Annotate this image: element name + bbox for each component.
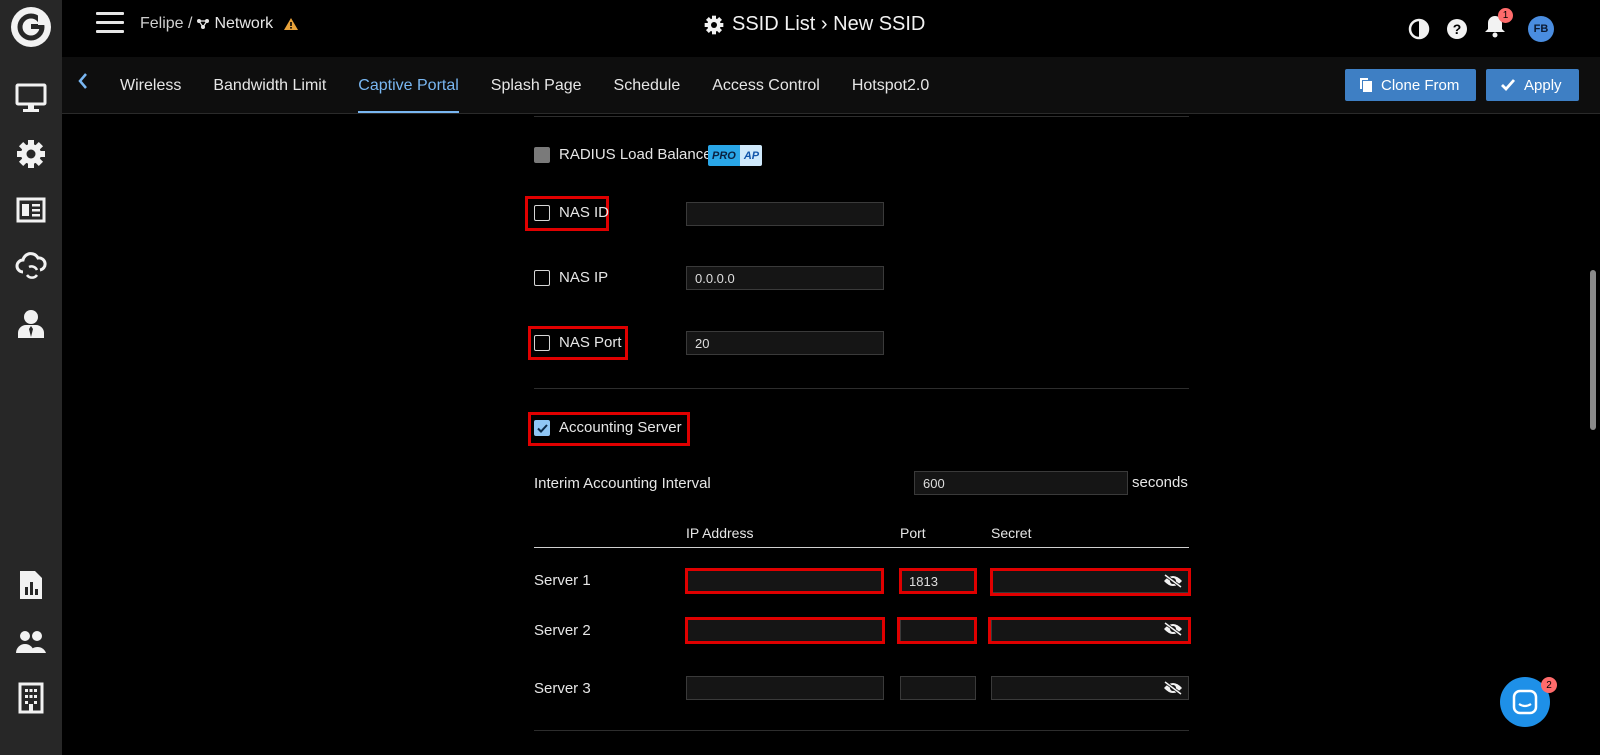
- interim-label: Interim Accounting Interval: [534, 475, 711, 492]
- apply-button[interactable]: Apply: [1486, 69, 1579, 101]
- top-bar: Felipe / Network SSID List › New SSID ? …: [62, 0, 1600, 57]
- clone-from-button[interactable]: Clone From: [1345, 69, 1476, 101]
- highlight-box: [685, 568, 884, 594]
- tab-bar: Wireless Bandwidth Limit Captive Portal …: [62, 57, 1600, 114]
- server-3-port-input[interactable]: [900, 676, 976, 700]
- tab-captive-portal[interactable]: Captive Portal: [342, 57, 475, 114]
- network-topology-icon: [197, 19, 210, 29]
- scrollbar-track[interactable]: [1586, 115, 1600, 755]
- pro-ap-badge: PRO AP: [708, 145, 762, 166]
- nas-port-input[interactable]: 20: [686, 331, 884, 355]
- highlight-box: [685, 617, 885, 644]
- interim-unit: seconds: [1132, 474, 1188, 491]
- warning-icon: [284, 18, 299, 30]
- tab-access-control[interactable]: Access Control: [696, 57, 836, 114]
- interim-input[interactable]: 600: [914, 471, 1128, 495]
- breadcrumb: Felipe / Network: [140, 15, 299, 33]
- avatar[interactable]: FB: [1528, 15, 1554, 42]
- highlight-box: [988, 617, 1191, 644]
- page-title: SSID List › New SSID: [704, 13, 925, 36]
- help-icon[interactable]: ?: [1446, 18, 1468, 40]
- chat-unread-badge: 2: [1541, 677, 1557, 693]
- monitor-icon[interactable]: [14, 81, 48, 115]
- svg-text:?: ?: [1453, 21, 1462, 37]
- tabs: Wireless Bandwidth Limit Captive Portal …: [104, 57, 945, 114]
- tab-hotspot20[interactable]: Hotspot2.0: [836, 57, 945, 114]
- breadcrumb-network[interactable]: Network: [214, 15, 273, 33]
- pro-badge-text: PRO: [708, 145, 740, 166]
- admin-user-icon[interactable]: [14, 306, 48, 340]
- menu-icon[interactable]: [96, 12, 124, 36]
- chevron-left-icon[interactable]: [75, 71, 91, 91]
- apply-label: Apply: [1524, 76, 1562, 94]
- left-rail: [0, 0, 62, 755]
- server-3-label: Server 3: [534, 680, 591, 697]
- copy-icon: [1360, 78, 1372, 92]
- analytics-icon[interactable]: [14, 568, 48, 602]
- highlight-box: [990, 568, 1191, 596]
- nas-ip-checkbox[interactable]: [534, 270, 550, 286]
- users-icon[interactable]: [14, 625, 48, 659]
- accounting-server-label: Accounting Server: [559, 419, 682, 436]
- highlight-box: [899, 568, 977, 594]
- nas-id-label: NAS ID: [559, 204, 610, 221]
- tab-schedule[interactable]: Schedule: [598, 57, 697, 114]
- server-2-label: Server 2: [534, 622, 591, 639]
- contrast-icon[interactable]: [1408, 18, 1430, 40]
- check-icon: [1501, 79, 1516, 92]
- settings-icon[interactable]: [14, 137, 48, 171]
- nas-ip-label: NAS IP: [559, 269, 609, 286]
- server-3-secret-input[interactable]: [991, 676, 1189, 700]
- tab-bandwidth-limit[interactable]: Bandwidth Limit: [197, 57, 342, 114]
- top-actions: ? 1 FB: [1408, 8, 1554, 43]
- page-title-text: SSID List › New SSID: [732, 13, 926, 35]
- divider: [534, 388, 1189, 389]
- secret-header: Secret: [991, 525, 1032, 541]
- nas-id-input[interactable]: [686, 202, 884, 226]
- logo-icon[interactable]: [10, 6, 52, 48]
- ap-badge-text: AP: [739, 145, 762, 166]
- table-header-divider: [534, 547, 1189, 548]
- breadcrumb-org[interactable]: Felipe /: [140, 15, 192, 33]
- eye-off-icon[interactable]: [1163, 681, 1183, 695]
- highlight-box: [897, 617, 977, 644]
- radius-load-balance-label: RADIUS Load Balance: [559, 146, 712, 163]
- building-icon[interactable]: [14, 681, 48, 715]
- tab-splash-page[interactable]: Splash Page: [475, 57, 598, 114]
- nas-id-checkbox[interactable]: [534, 205, 550, 221]
- scrollbar-thumb[interactable]: [1590, 270, 1596, 430]
- clone-from-label: Clone From: [1381, 76, 1460, 94]
- ip-address-header: IP Address: [686, 525, 754, 541]
- chat-icon: [1512, 689, 1538, 715]
- nas-port-checkbox[interactable]: [534, 335, 550, 351]
- report-icon[interactable]: [14, 193, 48, 227]
- server-3-ip-input[interactable]: [686, 676, 884, 700]
- nas-ip-input[interactable]: 0.0.0.0: [686, 266, 884, 290]
- port-header: Port: [900, 525, 926, 541]
- divider: [534, 116, 1189, 117]
- checkmark-icon: [536, 423, 548, 433]
- nas-port-label: NAS Port: [559, 334, 622, 351]
- tab-wireless[interactable]: Wireless: [104, 57, 197, 114]
- radius-load-balance-checkbox[interactable]: [534, 147, 550, 163]
- notifications[interactable]: 1: [1484, 8, 1513, 43]
- cloud-sync-icon[interactable]: [14, 250, 48, 284]
- gear-icon: [704, 15, 724, 34]
- notification-badge: 1: [1498, 8, 1513, 23]
- divider: [534, 730, 1189, 731]
- server-1-label: Server 1: [534, 572, 591, 589]
- accounting-server-checkbox[interactable]: [534, 420, 550, 436]
